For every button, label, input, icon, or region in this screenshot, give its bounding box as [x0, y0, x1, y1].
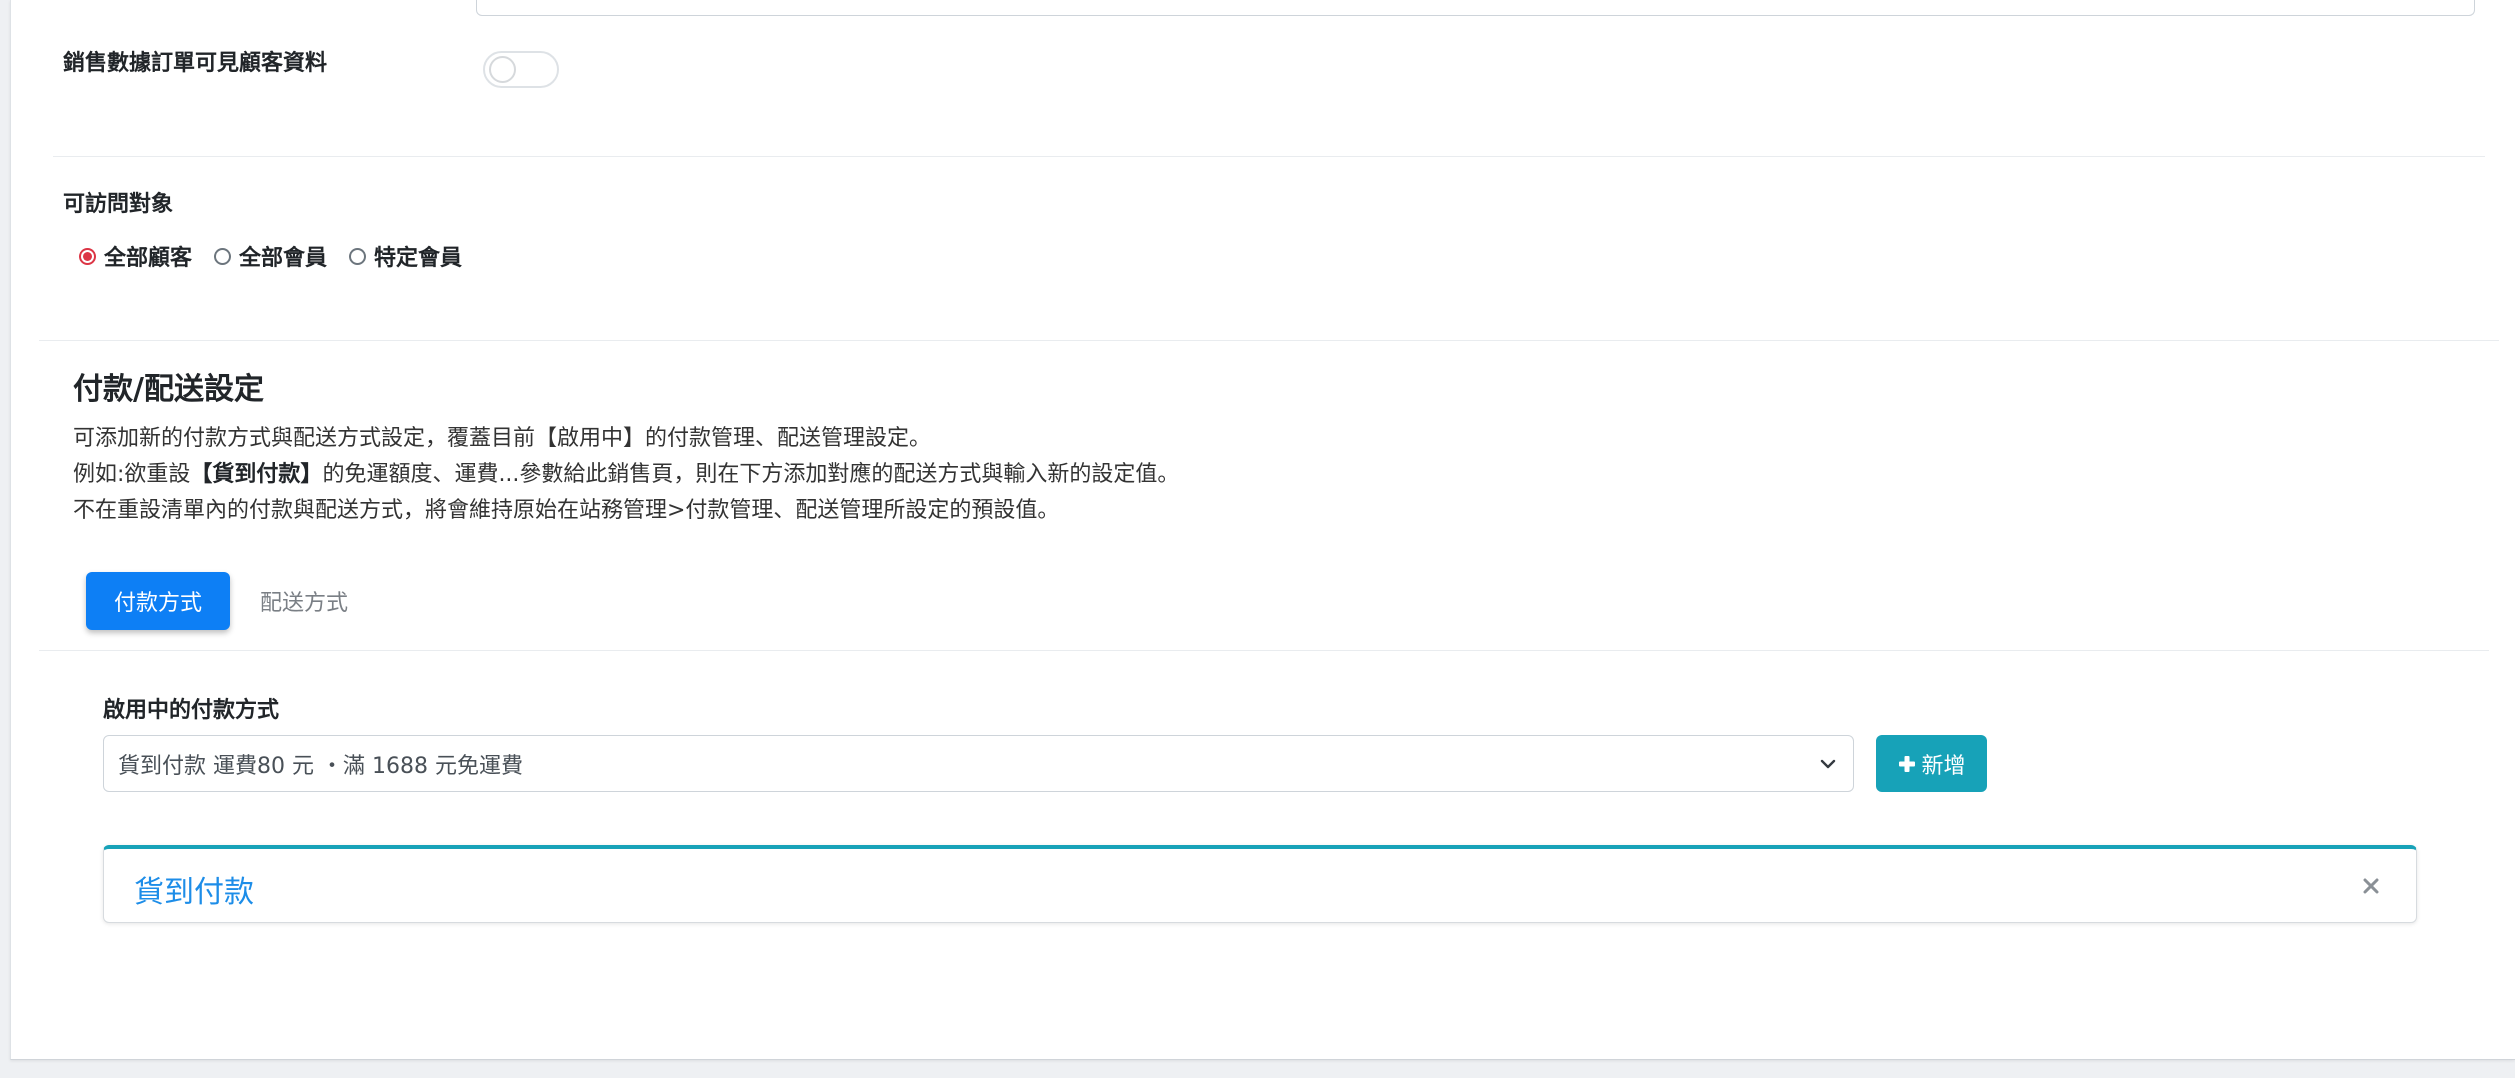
description-line-2: 例如:欲重設【貨到付款】的免運額度、運費...參數給此銷售頁，則在下方添加對應的…: [73, 456, 1179, 488]
radio-label: 全部顧客: [104, 246, 193, 271]
radio-all-customers[interactable]: 全部顧客: [79, 240, 192, 272]
access-label: 可訪問對象: [63, 192, 174, 217]
radio-label: 全部會員: [239, 246, 328, 271]
customer-visible-toggle[interactable]: [483, 51, 559, 88]
chevron-down-icon: [1820, 759, 1836, 769]
desc-prefix: 例如:欲重設: [73, 462, 191, 487]
divider: [39, 340, 2499, 341]
description-line-3: 不在重設清單內的付款與配送方式，將會維持原始在站務管理>付款管理、配送管理所設定…: [73, 498, 1060, 523]
description-line-1: 可添加新的付款方式與配送方式設定，覆蓋目前【啟用中】的付款管理、配送管理設定。: [73, 426, 932, 451]
radio-unchecked-icon: [214, 247, 232, 265]
payment-method-panel: 貨到付款: [103, 845, 2417, 923]
desc-bold: 【貨到付款】: [190, 462, 323, 487]
close-icon[interactable]: [2362, 877, 2380, 895]
radio-checked-icon: [79, 247, 96, 265]
toggle-knob: [489, 56, 516, 83]
panel-title[interactable]: 貨到付款: [134, 867, 254, 911]
select-value: 貨到付款 運費80 元 ・滿 1688 元免運費: [118, 753, 523, 779]
add-button-label: 新增: [1921, 753, 1966, 779]
radio-all-members[interactable]: 全部會員: [214, 240, 327, 272]
plus-icon: [1899, 755, 1916, 772]
tab-payment-methods[interactable]: 付款方式: [86, 572, 230, 630]
customer-visible-label: 銷售數據訂單可見顧客資料: [63, 51, 328, 76]
add-payment-method-button[interactable]: 新增: [1876, 735, 1987, 792]
tab-shipping-methods[interactable]: 配送方式: [236, 572, 372, 630]
payment-shipping-title: 付款/配送設定: [73, 372, 264, 407]
radio-label: 特定會員: [374, 246, 463, 271]
settings-card: 銷售數據訂單可見顧客資料 可訪問對象 全部顧客 全部會員 特定會員 付款/配送設…: [10, 0, 2515, 1060]
desc-suffix: 的免運額度、運費...參數給此銷售頁，則在下方添加對應的配送方式與輸入新的設定值…: [322, 462, 1180, 487]
active-methods-label: 啟用中的付款方式: [103, 698, 280, 723]
radio-unchecked-icon: [349, 247, 367, 265]
access-radio-group: 全部顧客 全部會員 特定會員: [79, 240, 484, 272]
payment-method-select[interactable]: 貨到付款 運費80 元 ・滿 1688 元免運費: [103, 735, 1854, 792]
divider: [53, 156, 2485, 157]
divider: [39, 650, 2489, 651]
top-text-input[interactable]: [476, 0, 2475, 16]
radio-specific-members[interactable]: 特定會員: [349, 240, 462, 272]
